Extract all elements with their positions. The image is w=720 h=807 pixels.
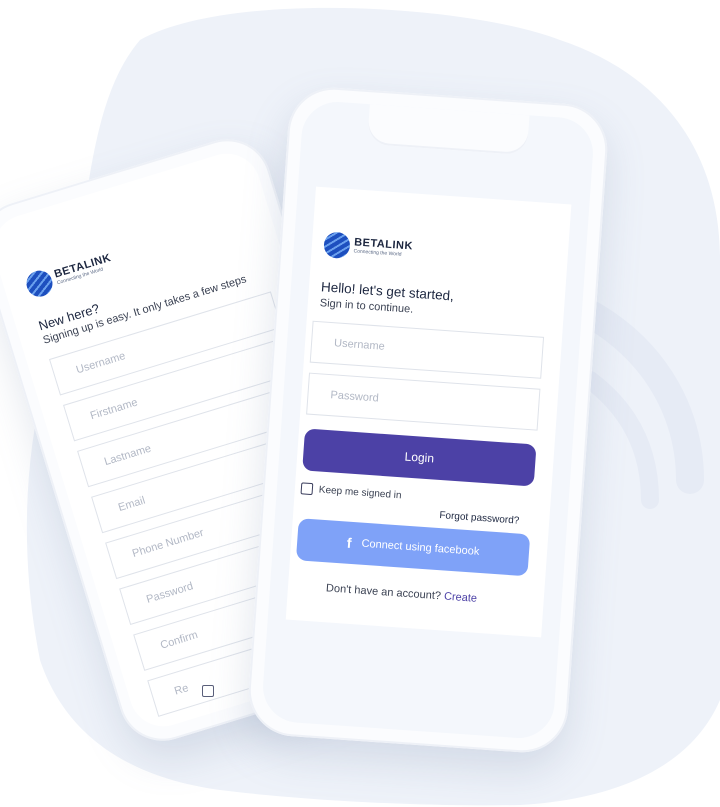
login-card: BETALINK Connecting the World Hello! let…	[285, 186, 572, 638]
signup-terms-checkbox[interactable]	[202, 685, 214, 697]
username-input[interactable]: Username	[309, 320, 545, 379]
login-logo: BETALINK Connecting the World	[323, 231, 413, 263]
password-input[interactable]: Password	[306, 372, 541, 431]
facebook-button-label: Connect using facebook	[361, 537, 480, 558]
phone-notch	[367, 104, 530, 156]
forgot-password-link[interactable]: Forgot password?	[439, 510, 520, 527]
signup-logo: BETALINK Connecting the World	[23, 249, 116, 300]
no-account-text: Don't have an account?	[325, 582, 442, 603]
login-button[interactable]: Login	[302, 428, 537, 487]
keep-signed-in-label[interactable]: Keep me signed in	[318, 485, 401, 502]
create-account-link[interactable]: Create	[444, 591, 478, 605]
signup-prompt: Don't have an account? Create	[326, 582, 478, 605]
globe-logo-icon	[323, 231, 351, 260]
keep-signed-in-checkbox[interactable]	[300, 482, 314, 496]
facebook-connect-button[interactable]: f Connect using facebook	[295, 518, 531, 577]
facebook-icon: f	[346, 534, 353, 551]
login-subtitle: Sign in to continue.	[319, 297, 414, 316]
login-phone: BETALINK Connecting the World Hello! let…	[245, 84, 611, 756]
login-screen-frame: BETALINK Connecting the World Hello! let…	[260, 99, 596, 741]
globe-logo-icon	[23, 267, 56, 300]
